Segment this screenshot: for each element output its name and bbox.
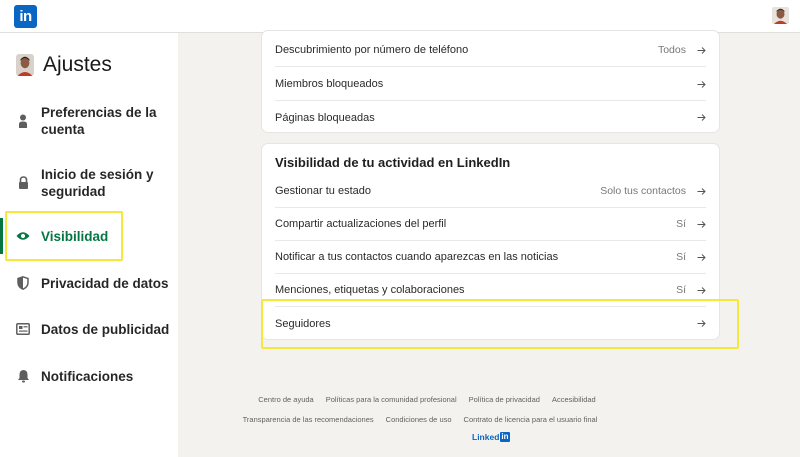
- arrow-right-icon: [697, 46, 706, 55]
- page-title: Ajustes: [43, 53, 112, 76]
- row-label: Menciones, etiquetas y colaboraciones: [275, 284, 465, 296]
- footer-links-row-1: Centro de ayuda Políticas para la comuni…: [0, 395, 800, 404]
- arrow-right-icon: [697, 220, 706, 229]
- sidebar-item-label: Datos de publicidad: [41, 321, 170, 337]
- user-avatar[interactable]: [772, 7, 789, 24]
- row-paginas-bloqueadas[interactable]: Páginas bloqueadas: [275, 101, 706, 134]
- settings-sidebar: Ajustes Preferencias de la cuenta Inicio…: [0, 33, 178, 457]
- newspaper-icon: [16, 322, 30, 336]
- row-value: Sí: [676, 218, 686, 230]
- row-seguidores[interactable]: Seguidores: [275, 307, 706, 340]
- row-menciones-etiquetas[interactable]: Menciones, etiquetas y colaboraciones Sí: [275, 274, 706, 307]
- arrow-right-icon: [697, 80, 706, 89]
- eye-icon: [16, 229, 30, 243]
- settings-card-activity-visibility: Visibilidad de tu actividad en LinkedIn …: [261, 143, 720, 340]
- footer-link-contrato-licencia[interactable]: Contrato de licencia para el usuario fin…: [464, 415, 598, 424]
- sidebar-item-preferencias[interactable]: Preferencias de la cuenta: [0, 103, 178, 139]
- sidebar-item-label: Inicio de sesión y seguridad: [41, 167, 154, 199]
- arrow-right-icon: [697, 187, 706, 196]
- bell-icon: [16, 369, 30, 383]
- row-gestionar-estado[interactable]: Gestionar tu estado Solo tus contactos: [275, 175, 706, 208]
- row-label: Descubrimiento por número de teléfono: [275, 44, 469, 56]
- arrow-right-icon: [697, 113, 706, 122]
- sidebar-item-label: Preferencias de la cuenta: [41, 105, 157, 137]
- row-label: Notificar a tus contactos cuando aparezc…: [275, 251, 559, 263]
- row-value: Todos: [657, 44, 686, 56]
- footer-link-transparencia[interactable]: Transparencia de las recomendaciones: [243, 415, 374, 424]
- arrow-right-icon: [697, 286, 706, 295]
- settings-card-blocking: Descubrimiento por número de teléfono To…: [261, 30, 720, 133]
- sidebar-header: Ajustes: [16, 50, 112, 80]
- sidebar-item-label: Privacidad de datos: [41, 275, 169, 291]
- linkedin-logo[interactable]: in: [14, 5, 37, 28]
- footer-logo-in: in: [500, 432, 510, 442]
- row-label: Compartir actualizaciones del perfil: [275, 218, 447, 230]
- profile-avatar: [16, 54, 34, 76]
- row-miembros-bloqueados[interactable]: Miembros bloqueados: [275, 68, 706, 101]
- row-value: Sí: [676, 251, 686, 263]
- arrow-right-icon: [697, 253, 706, 262]
- row-label: Páginas bloqueadas: [275, 111, 375, 124]
- footer-links-row-2: Transparencia de las recomendaciones Con…: [0, 415, 800, 424]
- row-value: Solo tus contactos: [600, 185, 686, 197]
- arrow-right-icon: [697, 319, 706, 328]
- shield-icon: [16, 276, 30, 290]
- footer-link-condiciones-uso[interactable]: Condiciones de uso: [386, 415, 452, 424]
- card-title: Visibilidad de tu actividad en LinkedIn: [275, 155, 511, 170]
- sidebar-item-inicio-sesion[interactable]: Inicio de sesión y seguridad: [0, 165, 178, 201]
- person-icon: [16, 114, 30, 128]
- footer-link-politica-privacidad[interactable]: Política de privacidad: [469, 395, 540, 404]
- sidebar-item-publicidad[interactable]: Datos de publicidad: [0, 320, 178, 338]
- footer-logo-word: Linked: [472, 432, 500, 442]
- footer-link-centro-ayuda[interactable]: Centro de ayuda: [258, 395, 313, 404]
- row-label: Gestionar tu estado: [275, 185, 372, 197]
- row-label: Miembros bloqueados: [275, 78, 384, 90]
- row-notificar-contactos[interactable]: Notificar a tus contactos cuando aparezc…: [275, 241, 706, 274]
- sidebar-item-notificaciones[interactable]: Notificaciones: [0, 367, 178, 385]
- row-value: Sí: [676, 284, 686, 296]
- lock-icon: [16, 176, 30, 190]
- sidebar-item-label: Visibilidad: [41, 228, 109, 244]
- sidebar-item-visibilidad[interactable]: Visibilidad: [0, 218, 178, 254]
- row-descubrimiento-telefono[interactable]: Descubrimiento por número de teléfono To…: [275, 34, 706, 67]
- footer-link-accesibilidad[interactable]: Accesibilidad: [552, 395, 596, 404]
- top-navigation-bar: in: [0, 0, 800, 33]
- footer-link-politicas-comunidad[interactable]: Políticas para la comunidad profesional: [326, 395, 457, 404]
- row-label: Seguidores: [275, 317, 331, 330]
- row-compartir-actualizaciones[interactable]: Compartir actualizaciones del perfil Sí: [275, 208, 706, 241]
- linkedin-footer-logo: Linked in: [472, 432, 510, 442]
- sidebar-item-label: Notificaciones: [41, 368, 134, 384]
- sidebar-item-privacidad[interactable]: Privacidad de datos: [0, 274, 178, 292]
